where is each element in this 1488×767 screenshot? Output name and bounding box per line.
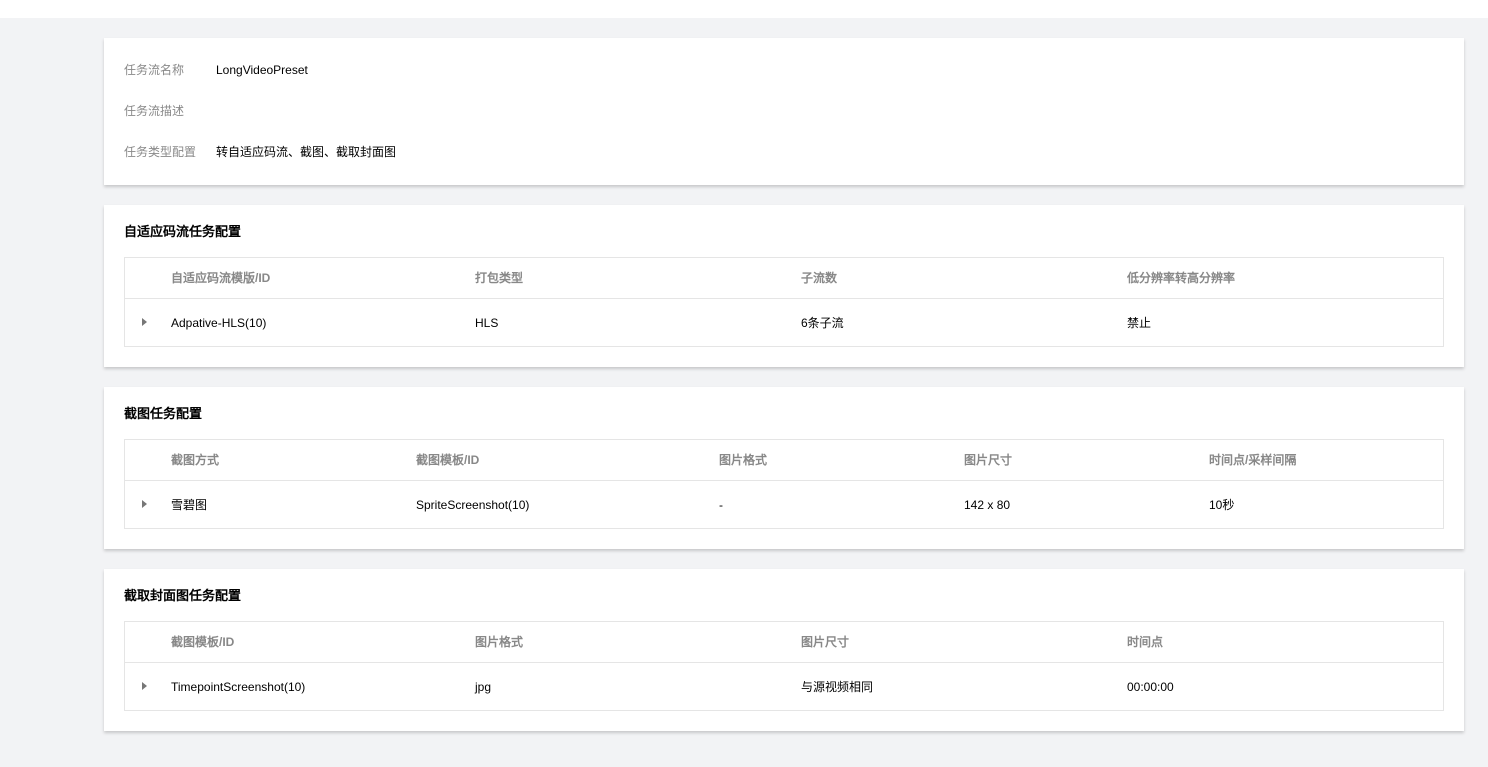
table-cell: TimepointScreenshot(10) xyxy=(171,680,306,694)
snapshot-table: 截图方式 截图模板/ID 图片格式 图片尺寸 时间点/采样间隔 雪碧图 Spri… xyxy=(124,439,1444,529)
table-cell: HLS xyxy=(475,316,499,330)
section-title: 自适应码流任务配置 xyxy=(124,224,242,239)
cover-snapshot-card: 截取封面图任务配置 截图模板/ID 图片格式 图片尺寸 时间点 Timepoin… xyxy=(104,569,1464,731)
workflow-desc-label: 任务流描述 xyxy=(124,104,185,118)
workflow-name-label: 任务流名称 xyxy=(124,63,185,77)
adaptive-stream-card: 自适应码流任务配置 自适应码流模版/ID 打包类型 子流数 低分辨率转高分辨率 … xyxy=(104,205,1464,367)
table-row[interactable]: Adpative-HLS(10) HLS 6条子流 禁止 xyxy=(125,299,1443,346)
column-header: 截图模板/ID xyxy=(416,453,480,467)
column-header: 图片格式 xyxy=(475,635,524,649)
table-cell: SpriteScreenshot(10) xyxy=(416,498,530,512)
column-header: 打包类型 xyxy=(475,271,524,285)
table-row[interactable]: TimepointScreenshot(10) jpg 与源视频相同 00:00… xyxy=(125,663,1443,710)
column-header: 图片格式 xyxy=(719,453,768,467)
column-header: 时间点/采样间隔 xyxy=(1209,453,1297,467)
snapshot-card: 截图任务配置 截图方式 截图模板/ID 图片格式 图片尺寸 时间点/采样间隔 雪… xyxy=(104,387,1464,549)
column-header: 子流数 xyxy=(801,271,838,285)
workflow-type-label: 任务类型配置 xyxy=(124,145,197,159)
table-cell: - xyxy=(719,498,723,512)
table-header: 截图模板/ID 图片格式 图片尺寸 时间点 xyxy=(125,622,1443,663)
column-header: 时间点 xyxy=(1127,635,1164,649)
table-cell: 与源视频相同 xyxy=(801,680,874,694)
caret-right-icon[interactable] xyxy=(142,682,147,690)
column-header: 图片尺寸 xyxy=(964,453,1013,467)
table-cell: 00:00:00 xyxy=(1127,680,1174,694)
table-cell: 雪碧图 xyxy=(171,498,208,512)
section-title: 截取封面图任务配置 xyxy=(124,588,242,603)
table-header: 自适应码流模版/ID 打包类型 子流数 低分辨率转高分辨率 xyxy=(125,258,1443,299)
column-header: 截图模板/ID xyxy=(171,635,235,649)
caret-right-icon[interactable] xyxy=(142,500,147,508)
table-cell: Adpative-HLS(10) xyxy=(171,316,267,330)
table-row[interactable]: 雪碧图 SpriteScreenshot(10) - 142 x 80 10秒 xyxy=(125,481,1443,528)
column-header: 低分辨率转高分辨率 xyxy=(1127,271,1236,285)
workflow-info-card: 任务流名称 LongVideoPreset 任务流描述 任务类型配置 转自适应码… xyxy=(104,38,1464,185)
table-cell: 142 x 80 xyxy=(964,498,1011,512)
cover-snapshot-table: 截图模板/ID 图片格式 图片尺寸 时间点 TimepointScreensho… xyxy=(124,621,1444,711)
adaptive-stream-table: 自适应码流模版/ID 打包类型 子流数 低分辨率转高分辨率 Adpative-H… xyxy=(124,257,1444,347)
column-header: 截图方式 xyxy=(171,453,220,467)
column-header: 图片尺寸 xyxy=(801,635,850,649)
caret-right-icon[interactable] xyxy=(142,318,147,326)
top-header-strip xyxy=(0,0,1488,18)
table-header: 截图方式 截图模板/ID 图片格式 图片尺寸 时间点/采样间隔 xyxy=(125,440,1443,481)
table-cell: jpg xyxy=(475,680,492,694)
table-cell: 10秒 xyxy=(1209,498,1235,512)
workflow-type-value: 转自适应码流、截图、截取封面图 xyxy=(216,145,397,159)
table-cell: 6条子流 xyxy=(801,316,844,330)
table-cell: 禁止 xyxy=(1127,316,1152,330)
section-title: 截图任务配置 xyxy=(124,406,203,421)
workflow-name-value: LongVideoPreset xyxy=(216,63,308,77)
column-header: 自适应码流模版/ID xyxy=(171,271,271,285)
